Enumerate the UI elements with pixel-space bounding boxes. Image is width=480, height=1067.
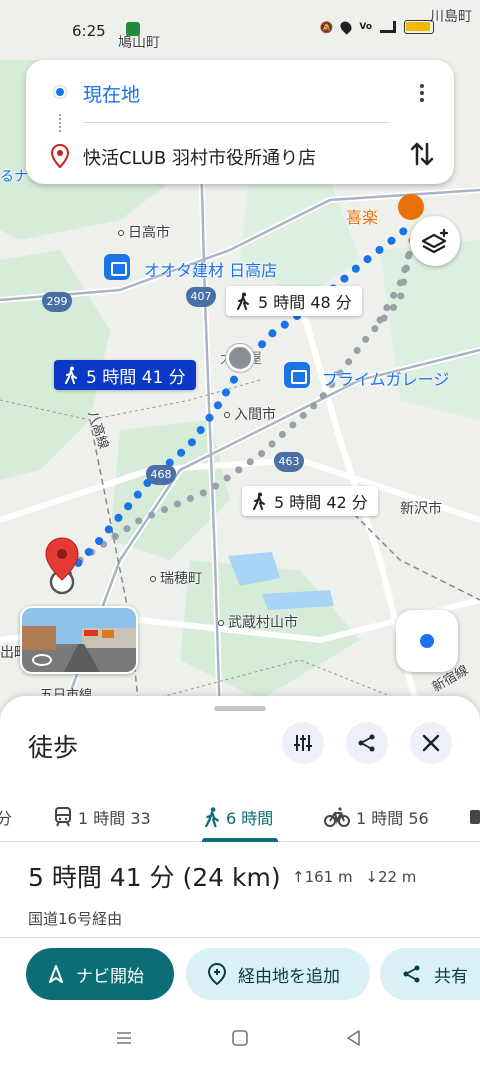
share-icon [358,734,375,752]
map-label-prime[interactable]: プライムガレージ [322,366,449,390]
add-location-icon [208,963,226,985]
road-shield-468: 468 [146,465,176,485]
recents-icon[interactable] [114,1028,134,1048]
rotate-360-icon [32,654,52,666]
mute-icon: 🔕 [319,20,334,34]
route-options-button[interactable] [282,722,324,764]
street-view-thumbnail[interactable] [20,606,138,674]
map-label-otaka-store[interactable]: オオタ建材 日高店 [144,257,277,281]
tab-bike[interactable]: 1 時間 56 [324,792,429,842]
descent-value: 22 m [377,868,417,886]
status-icons: 🔕 Vo [319,19,434,35]
status-time: 6:25 [72,22,106,40]
tab-transit[interactable]: 1 時間 33 [54,792,151,842]
layers-icon [421,228,449,254]
road-shield-299: 299 [42,292,72,312]
destination-pin-small-icon [51,144,69,168]
ascent-icon: ↑ [292,868,305,886]
map-label-edge: るナ [0,169,28,185]
walk-icon [237,292,249,310]
map-label-mizuho: 瑞穂町 [150,568,202,588]
close-button[interactable] [410,722,452,764]
elevation-info: ↑161 m ↓22 m [292,868,416,886]
notification-icon [126,22,140,36]
origin-field[interactable]: 現在地 [83,80,140,107]
share-route-button[interactable]: 共有 [380,948,480,1000]
directions-sheet: 徒歩 分 1 時間 33 6 時間 1 時間 56 5 時間 41 分 (24 … [0,696,480,1067]
sheet-title: 徒歩 [28,733,79,762]
tab-bike-label: 1 時間 56 [356,809,429,828]
share-route-label: 共有 [434,966,468,987]
route-bubble-selected-label: 5 時間 41 分 [86,367,186,388]
destination-field[interactable]: 快活CLUB 羽村市役所通り店 [83,144,316,170]
place-marker-icon[interactable] [226,344,254,372]
map-label-kirraku[interactable]: 喜楽 [346,204,378,228]
road-shield-407: 407 [186,287,216,307]
route-bubble-selected[interactable]: 5 時間 41 分 [54,360,196,390]
origin-dot-icon [54,86,66,98]
share-icon [403,965,420,983]
location-icon [338,19,355,35]
walk-icon [253,492,265,510]
map-label-niiza: 新沢市 [400,501,442,517]
battery-icon [404,20,434,34]
route-bubble-alt-2[interactable]: 5 時間 42 分 [242,486,378,516]
destination-pin-icon[interactable] [44,536,80,596]
navigation-arrow-icon [49,965,63,983]
status-bar: 6:25 🔕 Vo [0,0,480,58]
active-tab-indicator [202,838,278,842]
layers-button[interactable] [410,216,460,266]
descent-icon: ↓ [365,868,378,886]
bike-icon [324,807,350,827]
tab-walk-label: 6 時間 [226,809,274,828]
tune-icon [294,735,312,751]
map-label-musashimurayama: 武蔵村山市 [218,612,298,632]
ascent-value: 161 m [304,868,353,886]
tab-car-label: 分 [0,809,13,828]
add-stop-label: 経由地を追加 [238,966,340,987]
route-connector [59,114,61,132]
hardware-store-icon[interactable] [104,254,130,280]
back-icon[interactable] [344,1028,364,1048]
travel-mode-tabs: 分 1 時間 33 6 時間 1 時間 56 [0,792,480,842]
start-navigation-label: ナビ開始 [76,966,144,987]
card-divider [83,122,390,123]
system-navigation-bar [0,1014,480,1064]
map-label-hidaka: 日高市 [118,222,170,242]
road-shield-463: 463 [274,452,304,472]
route-summary: 5 時間 41 分 (24 km) [28,863,281,892]
train-icon [55,807,71,827]
route-via: 国道16号経由 [28,910,123,928]
route-bubble-alt-1-label: 5 時間 48 分 [258,293,352,312]
share-button[interactable] [346,722,388,764]
start-navigation-button[interactable]: ナビ開始 [26,948,174,1000]
garage-store-icon[interactable] [284,362,310,388]
add-stop-button[interactable]: 経由地を追加 [186,948,370,1000]
my-location-button[interactable] [396,610,458,672]
origin-row[interactable]: 現在地 [26,72,454,112]
home-icon[interactable] [230,1028,250,1048]
walk-icon [65,366,77,384]
tab-more-icon[interactable] [470,810,480,824]
walk-icon [205,807,219,828]
more-options-icon[interactable] [412,82,432,104]
route-bubble-alt-2-label: 5 時間 42 分 [274,493,368,512]
sheet-divider [0,937,480,938]
tab-car[interactable]: 分 [0,792,12,842]
close-icon [422,734,440,752]
signal-icon [380,21,396,33]
map-label-iruma: 入間市 [224,404,276,424]
tab-walk[interactable]: 6 時間 [204,792,273,842]
tab-transit-label: 1 時間 33 [78,809,151,828]
swap-icon[interactable] [410,140,434,168]
volte-icon: Vo [359,22,372,32]
sheet-drag-handle[interactable] [214,706,266,711]
route-bubble-alt-1[interactable]: 5 時間 48 分 [226,286,362,316]
route-input-card: 現在地 快活CLUB 羽村市役所通り店 [26,60,454,184]
